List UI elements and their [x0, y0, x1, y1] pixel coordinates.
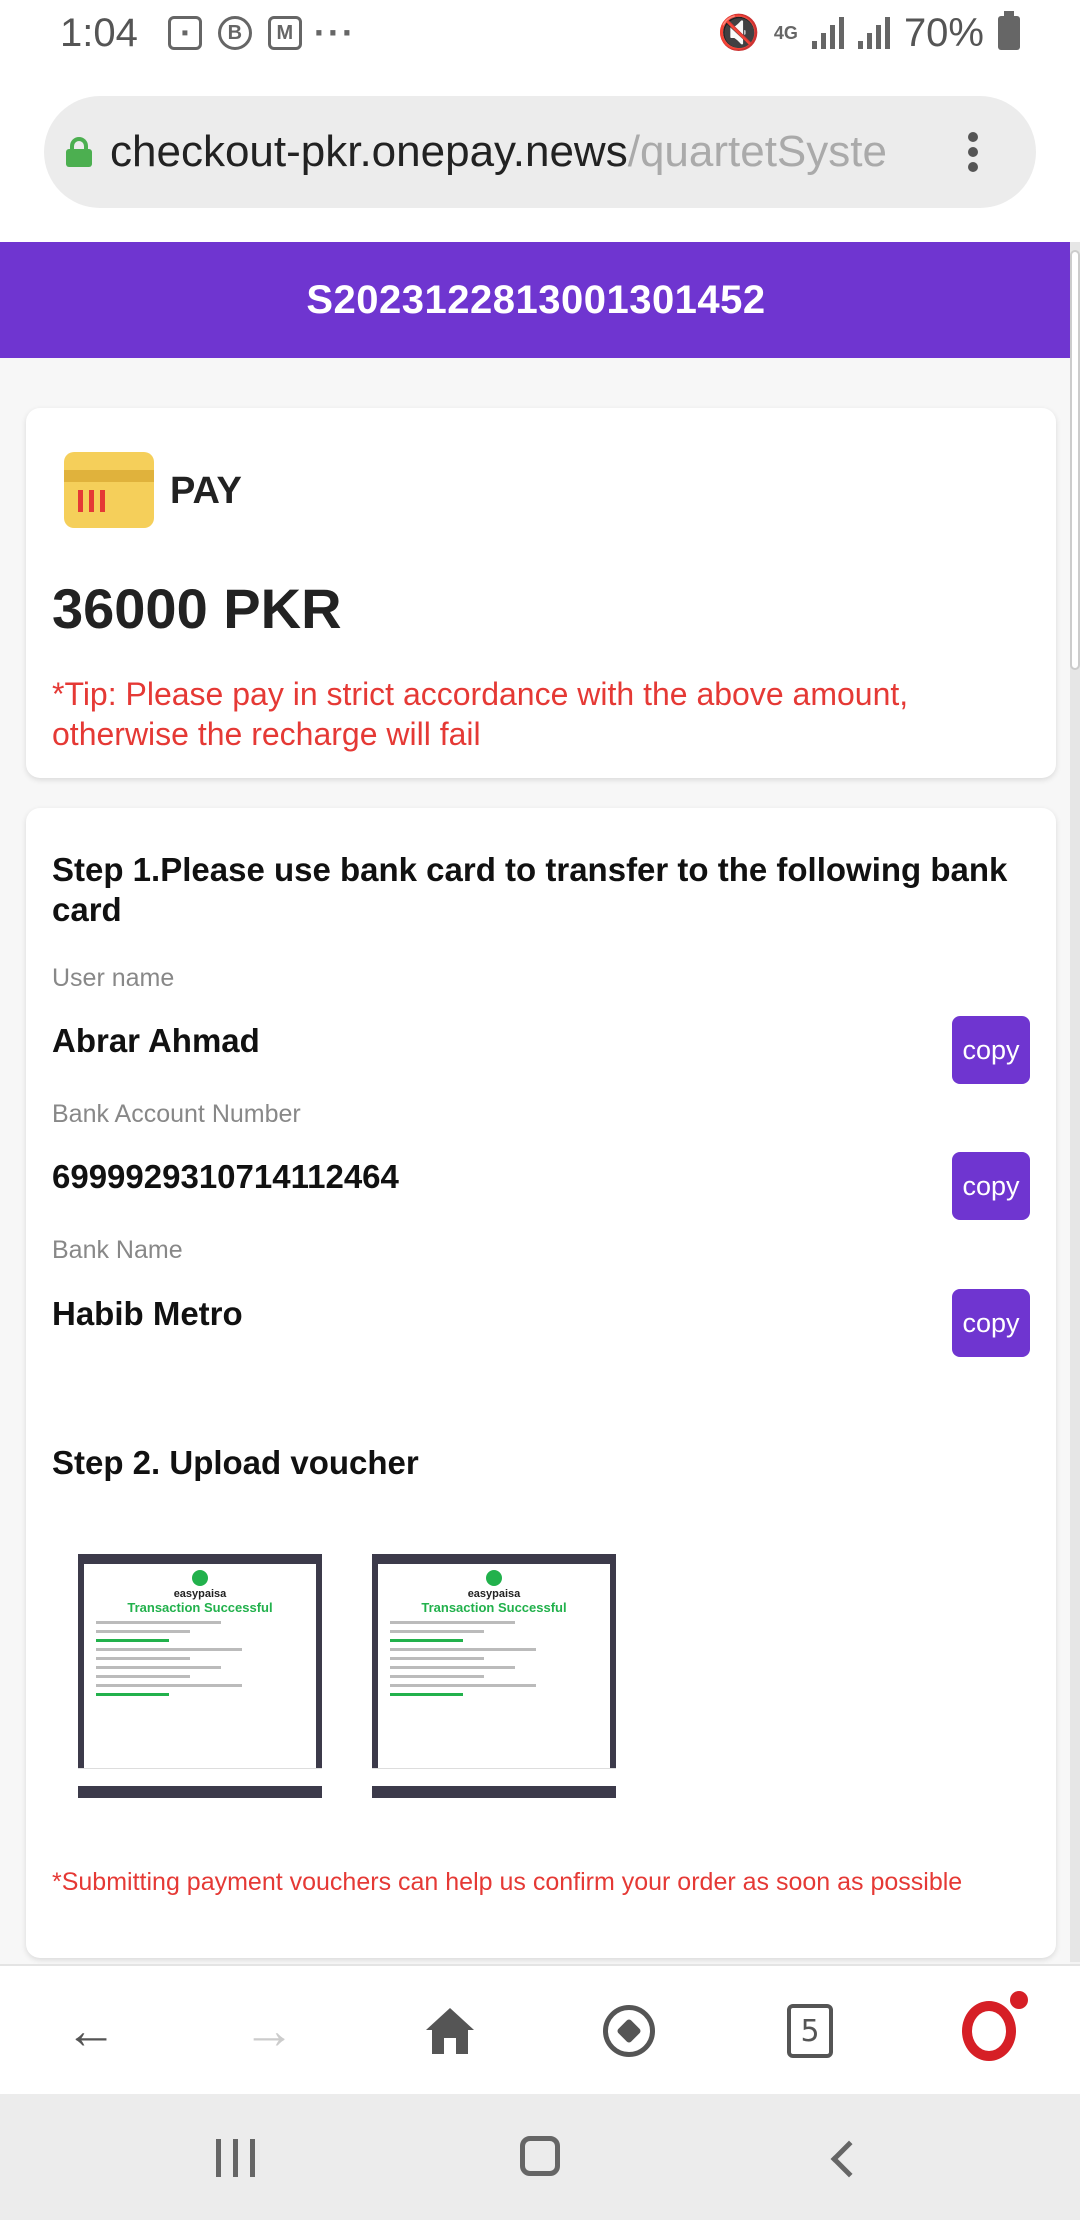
forward-arrow-icon[interactable]: →	[234, 1996, 304, 2066]
steps-card: Step 1.Please use bank card to transfer …	[26, 808, 1056, 1958]
amount-tip: *Tip: Please pay in strict accordance wi…	[52, 676, 909, 752]
url-bar[interactable]: checkout-pkr.onepay.news/quartetSyste	[44, 96, 1036, 208]
url-text[interactable]: checkout-pkr.onepay.news/quartetSyste	[110, 127, 920, 177]
voucher-nav-bar	[78, 1768, 322, 1786]
home-square-icon	[520, 2136, 560, 2176]
account-number-value: 6999929310714112464	[52, 1158, 399, 1195]
tabs-count: 5	[787, 2004, 833, 2058]
voucher-brand: easypaisa	[467, 1588, 521, 1600]
step2-title: Step 2. Upload voucher	[52, 1444, 419, 1481]
step1-title: Step 1.Please use bank card to transfer …	[52, 851, 1008, 928]
copy-user-name-button[interactable]: copy	[952, 1016, 1030, 1084]
browser-bottom-bar: ← → 5	[0, 1964, 1080, 2094]
voucher-screen: easypaisa Transaction Successful	[84, 1564, 316, 1768]
url-domain: checkout-pkr.onepay.news	[110, 127, 628, 176]
success-check-icon	[486, 1570, 502, 1586]
notification-dot	[1010, 1991, 1028, 2009]
lock-icon	[66, 137, 92, 167]
scrollbar-thumb[interactable]	[1070, 250, 1080, 670]
network-type: 4G	[773, 23, 798, 43]
back-system-button[interactable]	[830, 2138, 868, 2178]
status-time: 1:04	[60, 10, 138, 55]
url-path: /quartetSyste	[627, 127, 887, 176]
pay-amount: 36000 PKR	[52, 577, 342, 640]
football-icon	[603, 2005, 655, 2057]
bank-name-label: Bank Name	[52, 1236, 183, 1264]
battery-percent: 70%	[903, 10, 984, 55]
pay-label: PAY	[170, 470, 242, 512]
user-name-label: User name	[52, 964, 175, 992]
user-name-value: Abrar Ahmad	[52, 1022, 260, 1059]
more-icon: ···	[313, 12, 356, 53]
recent-apps-icon	[216, 2138, 255, 2178]
signal-icon-2	[857, 17, 890, 49]
signal-icon	[811, 17, 844, 49]
gmail-icon: M	[267, 16, 302, 50]
mute-icon: 🔇	[717, 14, 760, 52]
b-icon: B	[217, 16, 252, 50]
back-arrow-icon[interactable]: ←	[56, 1996, 126, 2066]
opera-icon	[962, 1991, 1028, 2061]
system-nav-bar	[0, 2094, 1080, 2220]
account-number-label: Bank Account Number	[52, 1100, 301, 1128]
voucher-nav-bar	[372, 1768, 616, 1786]
opera-menu-button[interactable]	[954, 1991, 1028, 2066]
bank-name-value: Habib Metro	[52, 1295, 243, 1332]
copy-bank-name-button[interactable]: copy	[952, 1289, 1030, 1357]
home-button[interactable]	[415, 1996, 485, 2066]
pay-card: PAY 36000 PKR *Tip: Please pay in strict…	[26, 408, 1056, 778]
home-system-button[interactable]	[520, 2136, 560, 2176]
voucher-brand: easypaisa	[173, 1588, 227, 1600]
image-icon: ▪	[167, 16, 202, 50]
tabs-button[interactable]: 5	[775, 1996, 845, 2066]
voucher-note: *Submitting payment vouchers can help us…	[52, 1868, 963, 1896]
order-header: S2023122813001301452	[0, 242, 1072, 358]
voucher-thumbnail[interactable]: easypaisa Transaction Successful	[78, 1554, 322, 1798]
copy-account-number-button[interactable]: copy	[952, 1152, 1030, 1220]
back-chevron-icon	[830, 2140, 868, 2178]
status-bar: 1:04 ▪ B M ··· 🔇 4G 70%	[0, 0, 1080, 66]
success-check-icon	[192, 1570, 208, 1586]
notification-icons: ▪ B M ···	[167, 12, 356, 53]
voucher-screen: easypaisa Transaction Successful	[378, 1564, 610, 1768]
system-status: 🔇 4G 70%	[718, 11, 1020, 56]
browser-menu-icon[interactable]	[968, 132, 978, 172]
voucher-thumbnail[interactable]: easypaisa Transaction Successful	[372, 1554, 616, 1798]
recent-apps-button[interactable]	[216, 2138, 255, 2178]
bank-card-icon	[64, 452, 154, 528]
voucher-status: Transaction Successful	[127, 1600, 273, 1615]
battery-icon	[998, 11, 1020, 50]
order-id: S2023122813001301452	[306, 277, 766, 322]
football-button[interactable]	[594, 1996, 664, 2066]
voucher-status: Transaction Successful	[421, 1600, 567, 1615]
browser-toolbar: checkout-pkr.onepay.news/quartetSyste	[0, 66, 1080, 242]
home-icon	[426, 2008, 474, 2054]
